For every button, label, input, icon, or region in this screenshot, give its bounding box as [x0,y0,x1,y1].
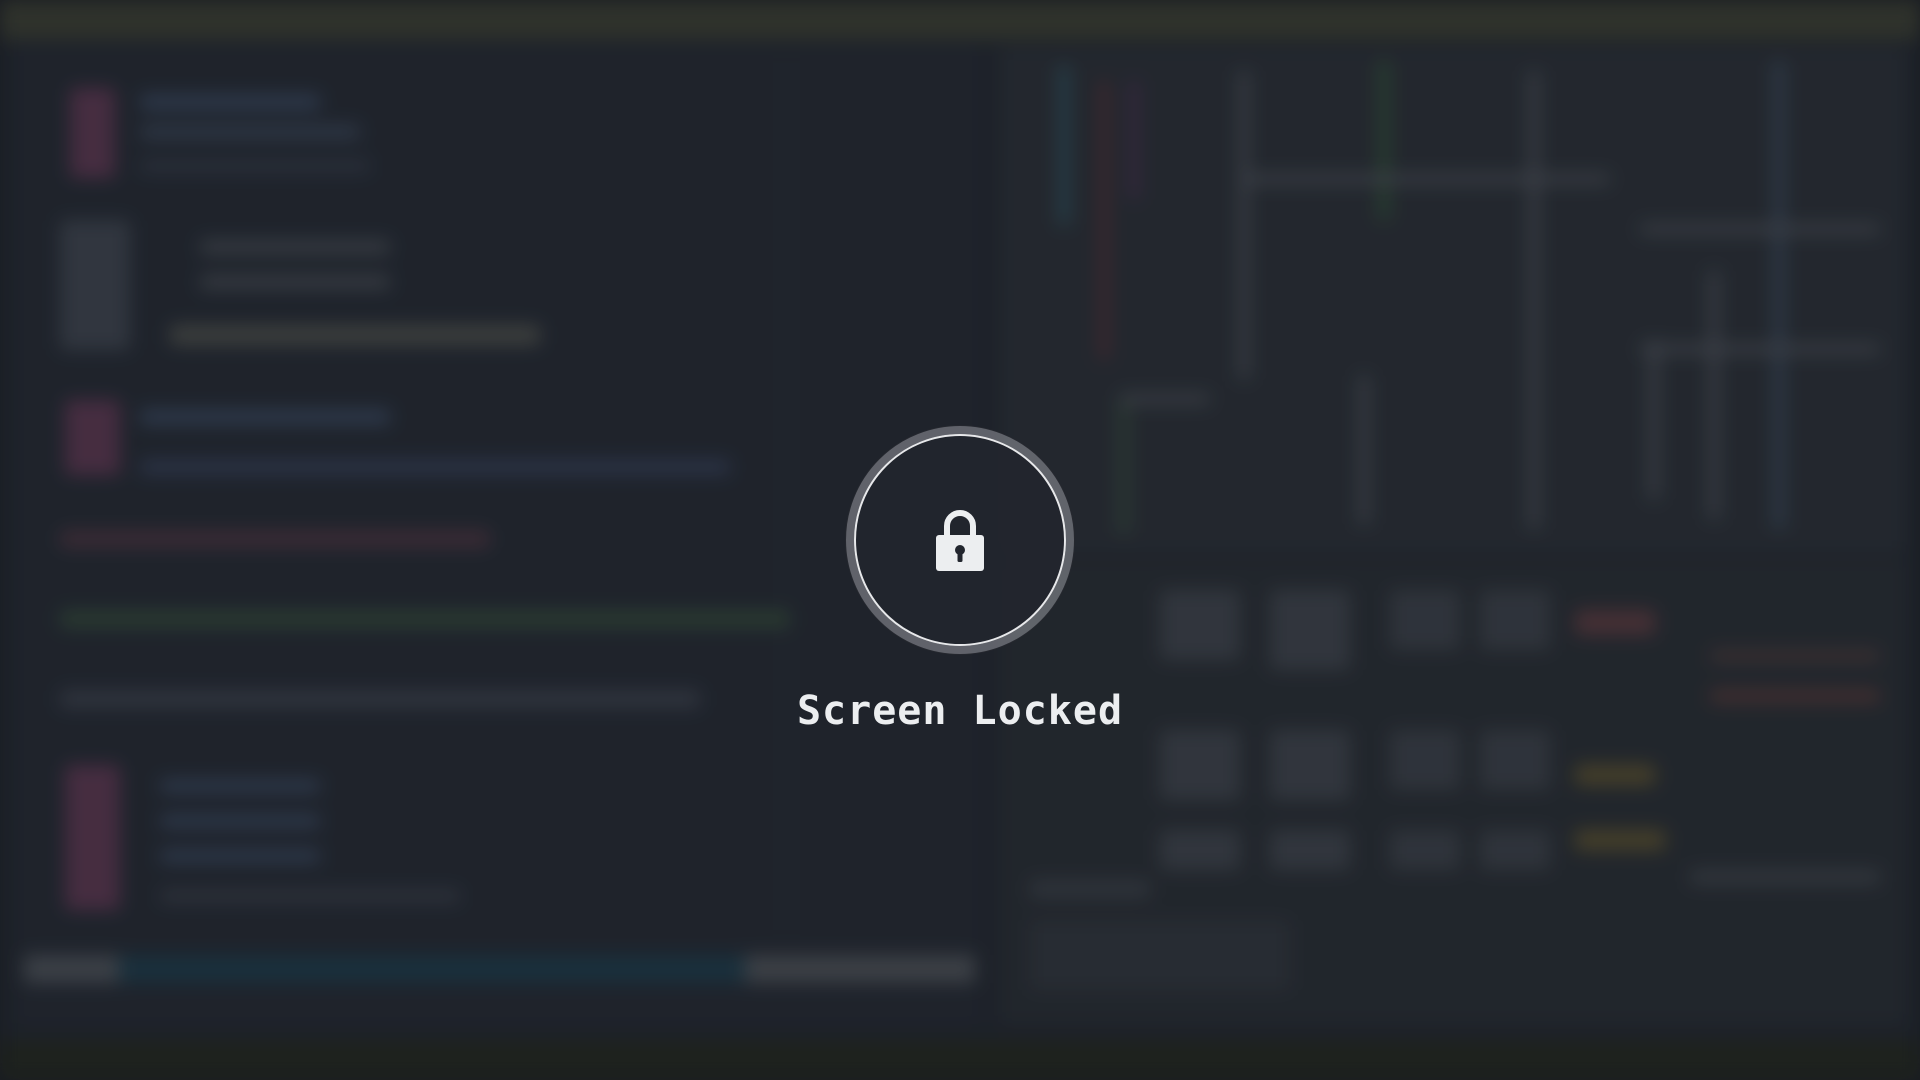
lock-indicator [854,434,1066,646]
lock-icon [936,510,984,571]
lock-status-label: Screen Locked [796,688,1124,734]
